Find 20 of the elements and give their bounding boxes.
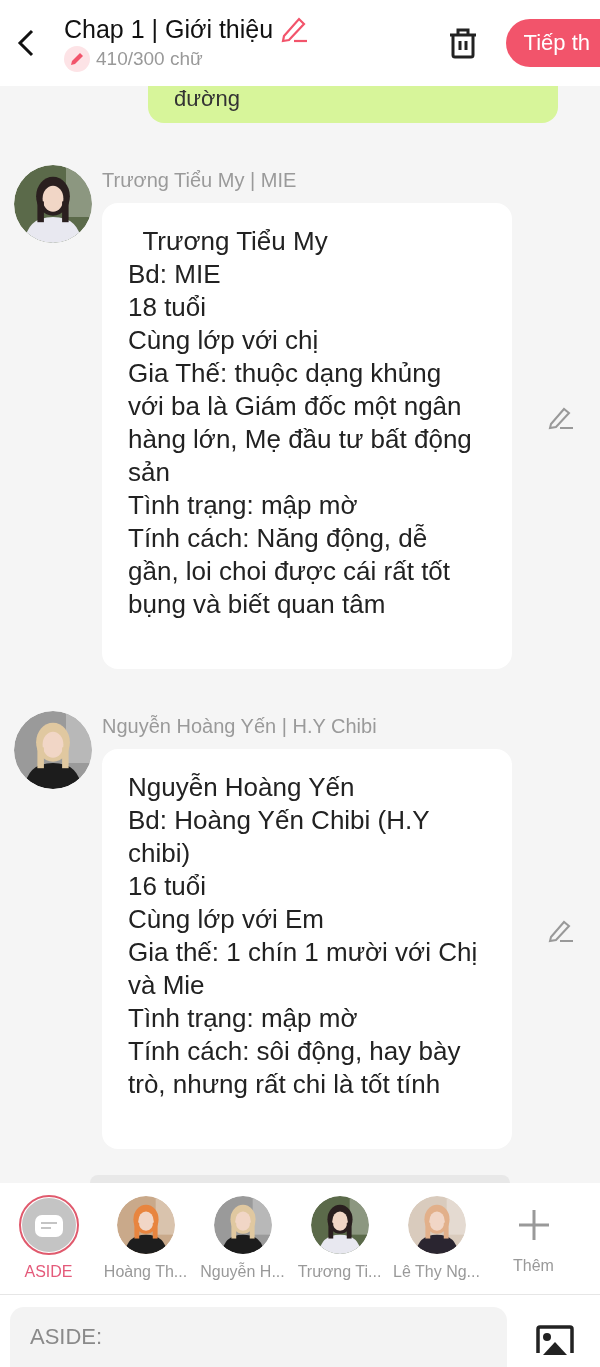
sender-name: Nguyễn Hoàng Yến | H.Y Chibi	[102, 714, 378, 739]
character-tab[interactable]: Hoàng Th...	[97, 1195, 194, 1281]
sender-name: Trương Tiểu My | MIE	[102, 168, 298, 193]
trash-icon[interactable]	[447, 27, 478, 59]
character-tab[interactable]: Nguyễn H...	[194, 1195, 291, 1281]
message-input[interactable]: ASIDE:	[10, 1307, 507, 1367]
aside-icon	[20, 1197, 77, 1253]
pencil-icon	[64, 46, 90, 72]
character-tab[interactable]: Thêm	[485, 1195, 582, 1275]
character-tab[interactable]: Lê Thy Ng...	[388, 1195, 485, 1281]
chapter-title: Chap 1 | Giới thiệu	[64, 14, 274, 44]
word-count: 410/300 chữ	[96, 48, 203, 70]
message-bubble: Nguyễn Hoàng Yến Bd: Hoàng Yến Chibi (H.Y chibi) 16 tuổi Cùng lớp với Em Gia thế: 1 chín 1 mười với Chị và Mie Tình trạng: mập mờ Tính cách: sôi động, hay bày trò, nhưng rất chi là tốt tính	[102, 749, 512, 1149]
character-tab[interactable]: Trương Ti...	[291, 1195, 388, 1281]
character-tab[interactable]: ASIDE	[0, 1195, 97, 1281]
image-icon[interactable]	[535, 1325, 575, 1355]
message-text: đường	[173, 86, 241, 112]
plus-icon	[516, 1208, 551, 1242]
next-button[interactable]: Tiếp th	[505, 19, 600, 67]
message-bubble: Trương Tiểu My Bd: MIE 18 tuổi Cùng lớp với chị Gia Thế: thuộc dạng khủng với ba là Giám đốc một ngân hàng lớn, Mẹ đầu tư bất động sản Tình trạng: mập mờ Tính cách: Năng động, dễ gần, loi choi được cái rất tốt bụng và biết quan tâm	[102, 203, 512, 669]
